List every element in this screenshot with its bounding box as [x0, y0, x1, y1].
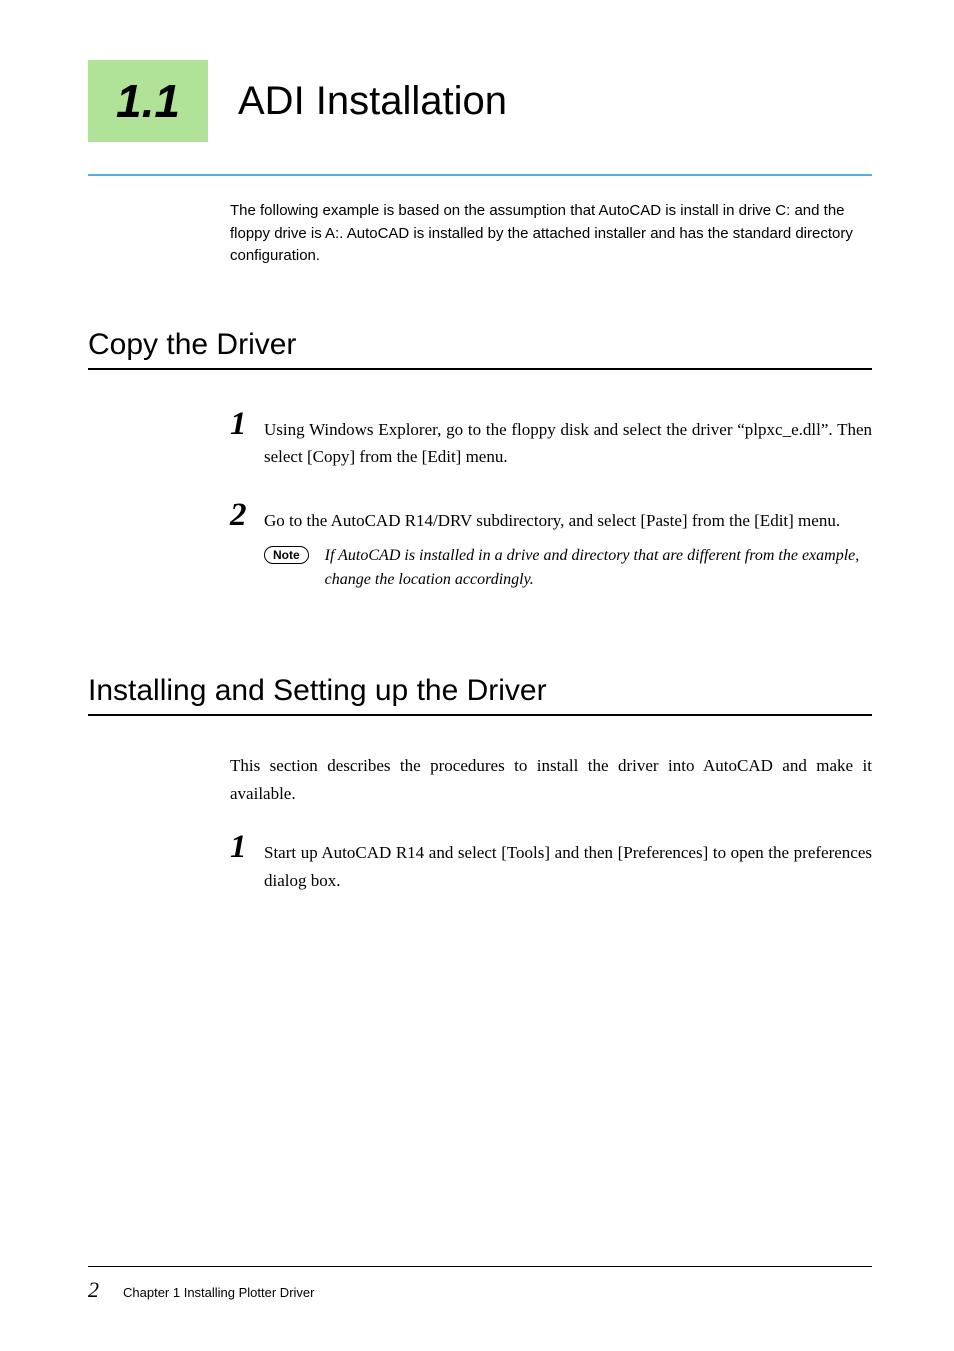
step-number: 1: [230, 406, 252, 441]
note-text: If AutoCAD is installed in a drive and d…: [325, 544, 872, 592]
footer: 2 Chapter 1 Installing Plotter Driver: [88, 1266, 872, 1303]
step-item: 1 Start up AutoCAD R14 and select [Tools…: [230, 829, 872, 894]
heading-copy-driver: Copy the Driver: [88, 328, 872, 370]
title-underline: [88, 174, 872, 176]
section-number-badge: 1.1: [88, 60, 208, 142]
step-number: 1: [230, 829, 252, 864]
step-block: 1 Start up AutoCAD R14 and select [Tools…: [230, 829, 872, 894]
page-title: ADI Installation: [238, 79, 507, 124]
install-intro-paragraph: This section describes the procedures to…: [230, 752, 872, 807]
step-block: 2 Go to the AutoCAD R14/DRV subdirectory…: [230, 497, 872, 593]
step-item: 1 Using Windows Explorer, go to the flop…: [230, 406, 872, 471]
step-number: 2: [230, 497, 252, 532]
step-text: Start up AutoCAD R14 and select [Tools] …: [264, 829, 872, 894]
heading-install-driver: Installing and Setting up the Driver: [88, 674, 872, 716]
note-badge: Note: [264, 546, 309, 564]
step-text: Using Windows Explorer, go to the floppy…: [264, 406, 872, 471]
step-text: Go to the AutoCAD R14/DRV subdirectory, …: [264, 497, 872, 535]
step-item: 2 Go to the AutoCAD R14/DRV subdirectory…: [230, 497, 872, 535]
intro-paragraph: The following example is based on the as…: [230, 200, 872, 268]
step-block: 1 Using Windows Explorer, go to the flop…: [230, 406, 872, 471]
chapter-label: Chapter 1 Installing Plotter Driver: [123, 1285, 314, 1300]
note-row: Note If AutoCAD is installed in a drive …: [264, 544, 872, 592]
page-number: 2: [88, 1277, 99, 1303]
